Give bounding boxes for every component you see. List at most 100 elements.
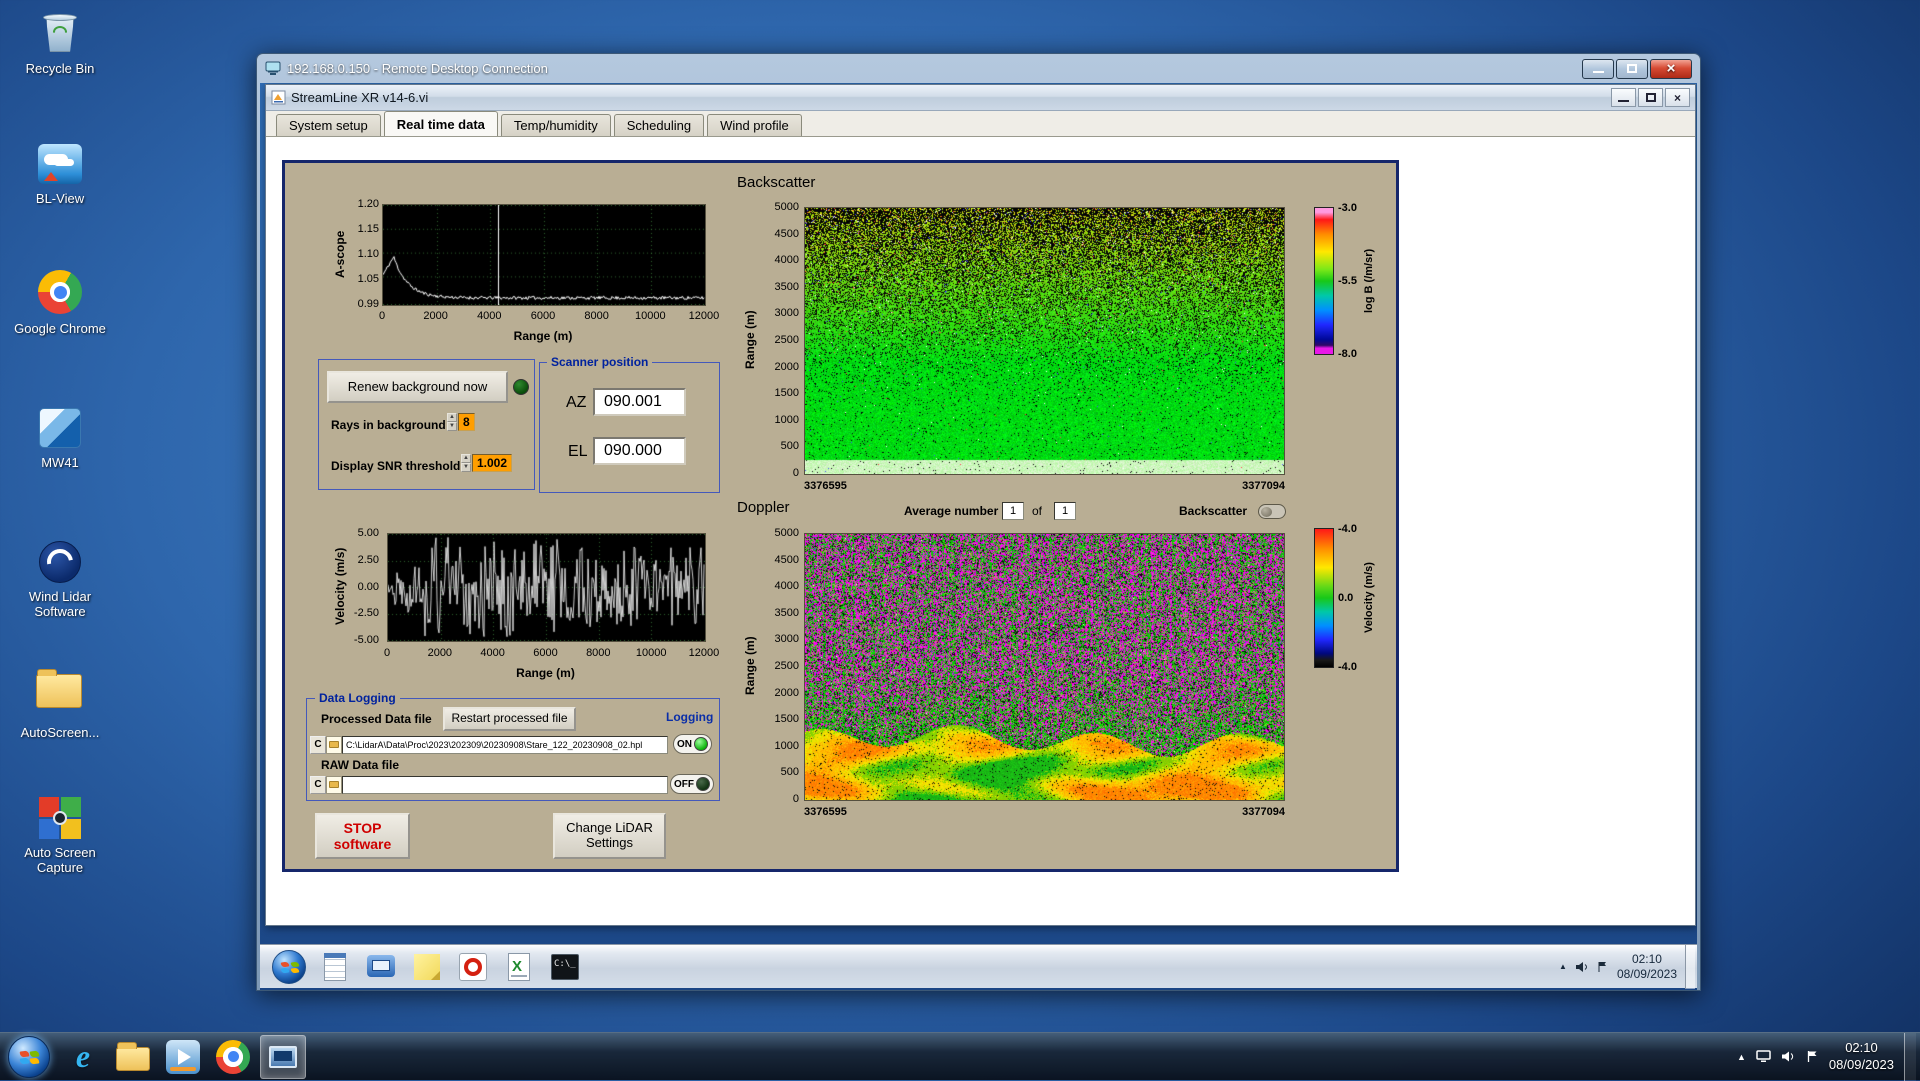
- stop-software-button[interactable]: STOP software: [315, 813, 410, 859]
- remote-system-tray: ▲ 02:10 08/09/2023: [1559, 944, 1697, 989]
- renew-background-button[interactable]: Renew background now: [327, 371, 508, 403]
- desktop-icon-recycle-bin[interactable]: Recycle Bin: [14, 10, 106, 77]
- doppler-y-ticks: 5000 4500 4000 3500 3000 2500 2000 1500 1000 500 0: [759, 527, 799, 805]
- restart-processed-file-button[interactable]: Restart processed file: [443, 707, 576, 731]
- browse-folder-icon[interactable]: [326, 775, 342, 794]
- desktop-icon-autoscreen-folder[interactable]: AutoScreen...: [14, 666, 106, 741]
- remote-taskbar-remote-desktop-icon[interactable]: [366, 952, 396, 982]
- browse-folder-icon[interactable]: [326, 735, 342, 754]
- tray-expand-icon[interactable]: ▲: [1559, 962, 1567, 971]
- auto-screen-capture-icon: [36, 794, 84, 842]
- tick-label: 0: [792, 792, 799, 805]
- app-restore-button[interactable]: [1638, 88, 1663, 107]
- app-minimize-button[interactable]: [1611, 88, 1636, 107]
- rays-value-field[interactable]: 8: [458, 413, 475, 431]
- drive-letter-box[interactable]: C: [310, 735, 326, 754]
- app-titlebar[interactable]: StreamLine XR v14-6.vi ×: [266, 85, 1695, 111]
- minimize-icon: [1618, 94, 1629, 102]
- backscatter-y-axis-label: Range (m): [743, 310, 757, 370]
- tab-wind-profile[interactable]: Wind profile: [707, 114, 802, 136]
- tick-label: -5.5: [1338, 275, 1357, 287]
- desktop-icon-wind-lidar[interactable]: Wind Lidar Software: [14, 538, 106, 620]
- windows-flag-icon: [280, 960, 300, 974]
- tick-label: 0: [792, 466, 799, 479]
- remote-taskbar-cmd-icon[interactable]: C:\_: [550, 952, 580, 982]
- backscatter-toggle[interactable]: [1258, 504, 1286, 519]
- remote-taskbar-notepad-icon[interactable]: [320, 952, 350, 982]
- tab-system-setup[interactable]: System setup: [276, 114, 381, 136]
- minimize-button[interactable]: [1582, 58, 1614, 79]
- taskbar-chrome-icon[interactable]: [210, 1035, 256, 1079]
- tab-temp-humidity[interactable]: Temp/humidity: [500, 114, 611, 136]
- rdp-tray-icon[interactable]: [1756, 1050, 1771, 1063]
- close-icon: ×: [1666, 60, 1676, 77]
- start-button[interactable]: [8, 1035, 50, 1078]
- backscatter-toggle-label: Backscatter: [1179, 504, 1248, 518]
- data-logging-title: Data Logging: [315, 691, 400, 705]
- el-value-field[interactable]: 090.000: [593, 437, 686, 465]
- remote-taskbar-sticky-notes-icon[interactable]: [412, 952, 442, 982]
- tray-expand-icon[interactable]: ▲: [1737, 1052, 1746, 1062]
- processed-path-field[interactable]: C:\LidarA\Data\Proc\2023\202309\20230908…: [342, 735, 668, 754]
- backscatter-colorbar: [1314, 207, 1334, 355]
- spinner-icon[interactable]: ▲ ▼: [447, 413, 457, 431]
- doppler-colorbar-label: Velocity (m/s): [1363, 562, 1375, 634]
- clock-time: 02:10: [1845, 1040, 1878, 1056]
- remote-taskbar-power-icon[interactable]: [458, 952, 488, 982]
- snr-threshold-label: Display SNR threshold: [331, 459, 461, 473]
- app-close-button[interactable]: ×: [1665, 88, 1690, 107]
- taskbar-internet-explorer-icon[interactable]: e: [60, 1035, 106, 1079]
- remote-start-button[interactable]: [272, 949, 306, 984]
- backscatter-x-right: 3377094: [1242, 480, 1285, 492]
- taskbar-explorer-icon[interactable]: [110, 1035, 156, 1079]
- az-value-field[interactable]: 090.001: [593, 388, 686, 416]
- desktop-icon-mw41[interactable]: MW41: [14, 404, 106, 471]
- volume-icon[interactable]: [1781, 1050, 1796, 1063]
- change-lidar-settings-button[interactable]: Change LiDAR Settings: [553, 813, 666, 859]
- taskbar-media-player-icon[interactable]: [160, 1035, 206, 1079]
- renew-led-indicator: [513, 379, 529, 395]
- flag-icon[interactable]: [1806, 1050, 1819, 1063]
- rays-in-background-control[interactable]: ▲ ▼ 8: [447, 413, 475, 431]
- average-number-field[interactable]: 1: [1002, 502, 1024, 520]
- remote-taskbar-xr-document-icon[interactable]: X: [504, 952, 534, 982]
- remote-show-desktop-button[interactable]: [1685, 944, 1695, 989]
- desktop-icon-auto-screen-capture[interactable]: Auto Screen Capture: [14, 794, 106, 876]
- logging-label: Logging: [666, 710, 714, 724]
- taskbar-clock[interactable]: 02:10 08/09/2023: [1829, 1040, 1894, 1073]
- processed-logging-toggle[interactable]: ON: [673, 734, 712, 754]
- velocity-x-ticks: 0 2000 4000 6000 8000 10000 12000: [363, 647, 728, 659]
- spinner-icon[interactable]: ▲ ▼: [461, 454, 471, 472]
- desktop-icon-bl-view[interactable]: BL-View: [14, 140, 106, 207]
- flag-icon[interactable]: [1597, 961, 1609, 973]
- close-button[interactable]: ×: [1650, 58, 1692, 79]
- rdp-titlebar[interactable]: 192.168.0.150 - Remote Desktop Connectio…: [257, 54, 1700, 83]
- bl-view-icon: [36, 140, 84, 188]
- tick-label: 12000: [688, 647, 720, 659]
- tick-label: 4000: [774, 254, 799, 267]
- tab-scheduling[interactable]: Scheduling: [613, 114, 705, 136]
- remote-taskbar: X C:\_ ▲ 02:10 08/09/2023: [260, 944, 1697, 989]
- maximize-button[interactable]: [1616, 58, 1648, 79]
- desktop-icon-google-chrome[interactable]: Google Chrome: [14, 268, 106, 337]
- processed-path-control: C C:\LidarA\Data\Proc\2023\202309\202309…: [310, 735, 668, 754]
- snr-value-field[interactable]: 1.002: [472, 454, 513, 472]
- raw-logging-toggle[interactable]: OFF: [670, 774, 714, 794]
- tab-real-time-data[interactable]: Real time data: [383, 111, 498, 136]
- rdp-window-controls: ×: [1580, 58, 1692, 79]
- show-desktop-button[interactable]: [1904, 1032, 1916, 1081]
- average-count-field[interactable]: 1: [1054, 502, 1076, 520]
- remote-clock[interactable]: 02:10 08/09/2023: [1617, 952, 1677, 982]
- volume-icon[interactable]: [1575, 961, 1589, 973]
- raw-data-file-label: RAW Data file: [321, 758, 400, 772]
- raw-path-control: C: [310, 775, 668, 794]
- snr-threshold-control[interactable]: ▲ ▼ 1.002: [461, 454, 513, 472]
- drive-letter-box[interactable]: C: [310, 775, 326, 794]
- tick-label: 0.0: [1338, 592, 1354, 604]
- rdp-window-title: 192.168.0.150 - Remote Desktop Connectio…: [287, 61, 548, 76]
- windows-flag-icon: [19, 1049, 40, 1065]
- rays-in-background-label: Rays in background: [331, 418, 446, 432]
- raw-path-field[interactable]: [342, 775, 668, 794]
- chrome-icon: [36, 270, 84, 318]
- taskbar-rdp-button-active[interactable]: [260, 1034, 306, 1079]
